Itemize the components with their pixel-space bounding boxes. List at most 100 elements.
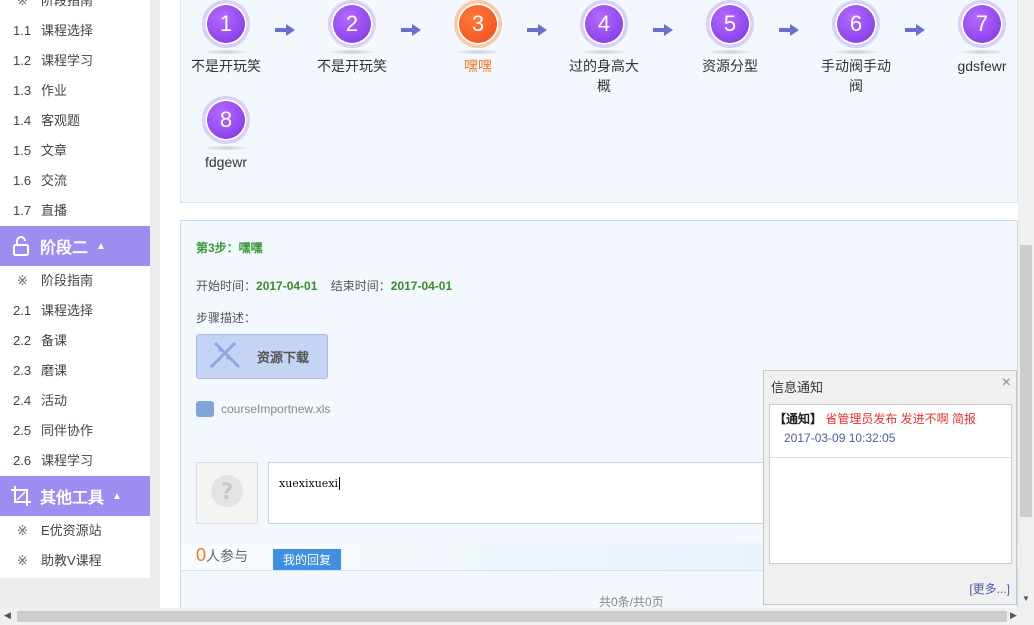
step-shadow xyxy=(206,50,246,54)
sidebar-item-label: 活动 xyxy=(41,393,68,408)
sidebar-item[interactable]: 1.7 直播 xyxy=(0,196,150,226)
step-title: 第3步：嘿嘿 xyxy=(196,241,263,255)
sidebar-item-label: 作业 xyxy=(41,83,68,98)
step-label: 手动阀手动阀 xyxy=(821,58,891,94)
start-time-label: 开始时间： xyxy=(196,279,257,293)
step-1[interactable]: 1 不是开玩笑 xyxy=(171,0,281,76)
attachment-icon xyxy=(196,401,214,417)
sidebar-item[interactable]: 1.4 客观题 xyxy=(0,106,150,136)
sidebar-item[interactable]: 2.1 课程选择 xyxy=(0,296,150,326)
sidebar-item-label: E优资源站 xyxy=(41,523,102,538)
caret-up-icon: ▲ xyxy=(112,490,122,502)
resource-download-label: 资源下载 xyxy=(257,350,310,365)
crop-icon xyxy=(10,485,32,507)
more-link[interactable]: [更多...] xyxy=(969,580,1010,597)
notification-tag: 【通知】 xyxy=(774,412,823,426)
end-time-value: 2017-04-01 xyxy=(390,279,453,293)
arrow-right-icon xyxy=(401,24,421,36)
step-shadow xyxy=(710,50,750,54)
sidebar-item-label: 课程学习 xyxy=(41,453,94,468)
sidebar-item-number: 1.6 xyxy=(13,173,32,188)
step-number-circle: 7 xyxy=(958,0,1006,48)
step-5[interactable]: 5 资源分型 xyxy=(675,0,785,76)
sidebar-item-stage-guide-1[interactable]: ※ 阶段指南 xyxy=(0,0,150,16)
step-label: 不是开玩笑 xyxy=(317,58,387,74)
participants-count: 0人参与 xyxy=(196,545,248,566)
sidebar-item-label: 直播 xyxy=(41,203,68,218)
sidebar-item-label: 课程选择 xyxy=(41,303,94,318)
sidebar-item-number: 2.3 xyxy=(13,363,32,378)
sidebar-item[interactable]: 1.5 文章 xyxy=(0,136,150,166)
step-shadow xyxy=(584,50,624,54)
sidebar-header-label: 其他工具 xyxy=(40,490,105,507)
notification-text[interactable]: 省管理员发布 发进不啊 简报 xyxy=(822,412,976,426)
sidebar-item-number: ※ xyxy=(17,523,28,538)
sidebar: ※ 阶段指南 1.1 课程选择 1.2 课程学习 1.3 作业 1.4 客观题 1.5 文章 1.6 交… xyxy=(0,0,150,578)
sidebar-item-number: 1.2 xyxy=(13,53,32,68)
notification-popup: 信息通知 × 【通知】 省管理员发布 发进不啊 简报 2017-03-09 10… xyxy=(763,370,1017,605)
sidebar-item-number: 2.2 xyxy=(13,333,32,348)
resource-download-button[interactable]: 资源下载 xyxy=(196,334,328,379)
sidebar-item[interactable]: 2.6 课程学习 xyxy=(0,446,150,476)
step-number-circle: 1 xyxy=(202,0,250,48)
avatar: ? xyxy=(196,462,258,524)
sidebar-item[interactable]: 2.5 同伴协作 xyxy=(0,416,150,446)
arrow-right-icon xyxy=(653,24,673,36)
reply-input-text: xuexixuexi xyxy=(279,477,339,490)
step-description-label: 步骤描述： xyxy=(196,311,257,325)
reply-input[interactable]: xuexixuexi xyxy=(268,462,768,524)
unknown-user-icon: ? xyxy=(211,475,243,507)
attachment-filename: courseImportnew.xls xyxy=(221,402,331,416)
step-2[interactable]: 2 不是开玩笑 xyxy=(297,0,407,76)
sidebar-item[interactable]: ※ 助教V课程 xyxy=(0,546,150,576)
sidebar-item-number: 1.5 xyxy=(13,143,32,158)
scroll-down-arrow-icon[interactable]: ▼ xyxy=(1022,594,1030,603)
step-7[interactable]: 7 gdsfewr xyxy=(927,0,1018,76)
step-6[interactable]: 6 手动阀手动阀 xyxy=(801,0,911,96)
scroll-left-arrow-icon[interactable]: ◀ xyxy=(4,610,11,621)
sidebar-item-number: ※ xyxy=(17,553,28,568)
sidebar-item-label: 磨课 xyxy=(41,363,68,378)
sidebar-item-number: 2.6 xyxy=(13,453,32,468)
sidebar-item-mark: ※ xyxy=(17,0,28,8)
sidebar-item-number: 1.7 xyxy=(13,203,32,218)
sidebar-item[interactable]: 1.3 作业 xyxy=(0,76,150,106)
sidebar-item[interactable]: 2.4 活动 xyxy=(0,386,150,416)
sidebar-item[interactable]: 1.6 交流 xyxy=(0,166,150,196)
notification-date: 2017-03-09 10:32:05 xyxy=(784,431,896,445)
sidebar-item[interactable]: 1.1 课程选择 xyxy=(0,16,150,46)
participants-label: 人参与 xyxy=(206,548,249,564)
sidebar-header-stage-2[interactable]: 阶段二 ▲ xyxy=(0,226,150,266)
my-reply-button[interactable]: 我的回复 xyxy=(273,549,342,570)
text-cursor xyxy=(339,477,341,490)
step-shadow xyxy=(332,50,372,54)
step-number-circle: 8 xyxy=(202,96,250,144)
sidebar-item[interactable]: 1.2 课程学习 xyxy=(0,46,150,76)
step-4[interactable]: 4 过的身高大概 xyxy=(549,0,659,96)
sidebar-item[interactable]: ※ E优资源站 xyxy=(0,516,150,546)
vertical-scroll-thumb[interactable] xyxy=(1020,245,1032,517)
sidebar-item[interactable]: ※ 阶段指南 xyxy=(0,266,150,296)
step-3[interactable]: 3 嘿嘿 xyxy=(423,0,533,76)
attachment-link[interactable]: courseImportnew.xls xyxy=(196,401,330,417)
sidebar-header-tools[interactable]: 其他工具 ▲ xyxy=(0,476,150,516)
close-icon[interactable]: × xyxy=(1002,374,1011,392)
step-label: 嘿嘿 xyxy=(464,58,492,74)
step-label: 不是开玩笑 xyxy=(191,58,261,74)
sidebar-item-label: 备课 xyxy=(41,333,68,348)
step-8[interactable]: 8 fdgewr xyxy=(171,96,281,172)
caret-up-icon: ▲ xyxy=(96,240,106,252)
ruler-pencil-icon xyxy=(209,341,241,368)
sidebar-item[interactable]: 2.3 磨课 xyxy=(0,356,150,386)
horizontal-scroll-thumb[interactable] xyxy=(17,611,1007,622)
notification-item[interactable]: 【通知】 省管理员发布 发进不啊 简报 2017-03-09 10:32:05 xyxy=(770,405,1011,458)
sidebar-item-number: ※ xyxy=(17,273,28,288)
step-shadow xyxy=(458,50,498,54)
vertical-scrollbar[interactable]: ▼ xyxy=(1018,0,1034,608)
sidebar-group-1: ※ 阶段指南 1.1 课程选择 1.2 课程学习 1.3 作业 1.4 客观题 1.5 文章 1.6 交… xyxy=(0,0,150,226)
step-number-circle: 3 xyxy=(454,0,502,48)
scroll-right-arrow-icon[interactable]: ▶ xyxy=(1010,610,1017,621)
horizontal-scrollbar[interactable]: ◀ ▶ xyxy=(0,608,1034,625)
sidebar-item[interactable]: 2.2 备课 xyxy=(0,326,150,356)
sidebar-item-label: 课程选择 xyxy=(41,23,94,38)
